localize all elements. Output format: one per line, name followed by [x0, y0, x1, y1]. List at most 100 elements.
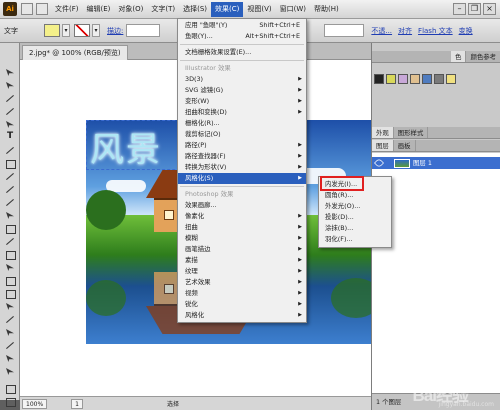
pencil-tool-icon[interactable]: [3, 184, 17, 195]
effects-menu-item[interactable]: 路径查找器(F) ▶: [178, 151, 306, 162]
effects-menu-item[interactable]: 锐化 ▶: [178, 299, 306, 310]
effects-menu-item[interactable]: 文档栅格效果设置(E)...: [178, 47, 306, 58]
arrange-documents-icon[interactable]: [36, 3, 48, 15]
swatch-light-yellow[interactable]: [446, 74, 456, 84]
free-transform-tool-icon[interactable]: [3, 249, 17, 260]
zoom-tool-icon[interactable]: [3, 366, 17, 377]
eyedropper-tool-icon[interactable]: [3, 314, 17, 325]
effects-menu-item[interactable]: 模糊 ▶: [178, 233, 306, 244]
fill-stroke-icon[interactable]: [3, 383, 17, 394]
tab-color[interactable]: 色: [451, 51, 467, 62]
paintbrush-tool-icon[interactable]: [3, 171, 17, 182]
swatch-dark[interactable]: [374, 74, 384, 84]
effects-menu-item[interactable]: 纹理 ▶: [178, 266, 306, 277]
screen-mode-icon[interactable]: [3, 396, 17, 407]
brush-definition-field[interactable]: [324, 24, 365, 37]
stroke-swatch[interactable]: [74, 24, 90, 37]
stylize-menu-item[interactable]: 涂抹(B)...: [319, 223, 391, 234]
effects-menu-item[interactable]: 艺术效果 ▶: [178, 277, 306, 288]
swatch-yellow[interactable]: [386, 74, 396, 84]
gradient-tool-icon[interactable]: [3, 301, 17, 312]
stroke-link[interactable]: 描边:: [107, 26, 123, 36]
effects-menu-item[interactable]: 像素化 ▶: [178, 211, 306, 222]
tab-artboards[interactable]: 画板: [394, 140, 416, 151]
graph-tool-icon[interactable]: [3, 275, 17, 286]
pen-tool-icon[interactable]: [3, 119, 17, 130]
fill-swatch[interactable]: [44, 24, 60, 37]
direct-selection-tool-icon[interactable]: [3, 80, 17, 91]
minimize-icon[interactable]: –: [453, 3, 466, 15]
type-tool-icon[interactable]: [3, 131, 17, 143]
effects-menu-item[interactable]: 路径(P) ▶: [178, 140, 306, 151]
effects-menu-item[interactable]: 效果画廊...: [178, 200, 306, 211]
hand-tool-icon[interactable]: [3, 353, 17, 364]
menu-window[interactable]: 窗口(W): [276, 2, 310, 17]
symbol-sprayer-tool-icon[interactable]: [3, 262, 17, 273]
effects-menu-item[interactable]: 扭曲 ▶: [178, 222, 306, 233]
effects-menu-item[interactable]: 转换为形状(V) ▶: [178, 162, 306, 173]
effects-menu-item[interactable]: 3D(3) ▶: [178, 74, 306, 85]
effects-menu-item[interactable]: 应用 "鱼眼"(Y) Shift+Ctrl+E: [178, 20, 306, 31]
warp-tool-icon[interactable]: [3, 236, 17, 247]
effects-menu-item[interactable]: 裁剪标记(O): [178, 129, 306, 140]
zoom-field[interactable]: 100%: [22, 398, 48, 409]
scale-tool-icon[interactable]: [3, 223, 17, 234]
effects-menu-item[interactable]: 栅格化(R)...: [178, 118, 306, 129]
stylize-menu-item[interactable]: 羽化(F)...: [319, 234, 391, 245]
menu-select[interactable]: 选择(S): [179, 2, 211, 17]
effects-menu-item[interactable]: 风格化 ▶: [178, 310, 306, 321]
effects-menu-item[interactable]: SVG 滤镜(G) ▶: [178, 85, 306, 96]
blend-tool-icon[interactable]: [3, 327, 17, 338]
stylize-menu-item[interactable]: 内发光(I)...: [319, 179, 391, 190]
menu-type[interactable]: 文字(T): [147, 2, 179, 17]
visibility-eye-icon[interactable]: [374, 158, 384, 168]
stroke-weight-field[interactable]: [126, 24, 161, 37]
tab-layers[interactable]: 图层: [372, 140, 394, 151]
flash-text-link[interactable]: Flash 文本: [418, 26, 453, 36]
layer-row[interactable]: 图层 1: [372, 157, 500, 169]
lasso-tool-icon[interactable]: [3, 106, 17, 117]
menu-edit[interactable]: 编辑(E): [83, 2, 115, 17]
swatch-blue[interactable]: [422, 74, 432, 84]
canvas-glow-text[interactable]: 风景: [90, 122, 162, 171]
effects-menu-item[interactable]: 素描 ▶: [178, 255, 306, 266]
effects-menu-item[interactable]: 画笔描边 ▶: [178, 244, 306, 255]
menu-effect[interactable]: 效果(C): [211, 1, 244, 17]
rotate-tool-icon[interactable]: [3, 210, 17, 221]
effects-menu-item[interactable]: 扭曲和变换(D) ▶: [178, 107, 306, 118]
restore-icon[interactable]: ❐: [468, 3, 481, 15]
transform-link[interactable]: 变换: [459, 26, 473, 36]
line-tool-icon[interactable]: [3, 145, 17, 156]
artboard-navigation-field[interactable]: 1: [71, 398, 83, 409]
align-link[interactable]: 对齐: [398, 26, 412, 36]
bridge-icon[interactable]: [21, 3, 33, 15]
effects-menu-item[interactable]: 变形(W) ▶: [178, 96, 306, 107]
opacity-link[interactable]: 不透...: [371, 26, 392, 36]
effects-menu-item[interactable]: 鱼眼(Y)... Alt+Shift+Ctrl+E: [178, 31, 306, 42]
rectangle-tool-icon[interactable]: [3, 158, 17, 169]
fill-dropdown[interactable]: ▾: [62, 24, 70, 37]
swatch-gray[interactable]: [434, 74, 444, 84]
swatch-lilac[interactable]: [398, 74, 408, 84]
tab-graphic-styles[interactable]: 图形样式: [394, 127, 429, 138]
tab-appearance[interactable]: 外观: [372, 127, 394, 138]
selection-tool-icon[interactable]: [3, 67, 17, 78]
menu-object[interactable]: 对象(O): [114, 2, 147, 17]
magic-wand-tool-icon[interactable]: [3, 93, 17, 104]
effects-menu-item[interactable]: 视频 ▶: [178, 288, 306, 299]
document-tab[interactable]: 2.jpg* @ 100% (RGB/预览): [22, 45, 128, 60]
swatch-tan[interactable]: [410, 74, 420, 84]
menu-file[interactable]: 文件(F): [51, 2, 83, 17]
effects-menu-item[interactable]: 风格化(S) ▶: [178, 173, 306, 184]
mesh-tool-icon[interactable]: [3, 288, 17, 299]
menu-view[interactable]: 视图(V): [243, 2, 275, 17]
menu-help[interactable]: 帮助(H): [310, 2, 343, 17]
stylize-menu-item[interactable]: 圆角(R)...: [319, 190, 391, 201]
stroke-dropdown[interactable]: ▾: [92, 24, 100, 37]
eraser-tool-icon[interactable]: [3, 197, 17, 208]
stylize-menu-item[interactable]: 投影(D)...: [319, 212, 391, 223]
tab-color-guide[interactable]: 颜色参考: [466, 51, 500, 62]
close-icon[interactable]: ×: [483, 3, 496, 15]
stylize-menu-item[interactable]: 外发光(O)...: [319, 201, 391, 212]
slice-tool-icon[interactable]: [3, 340, 17, 351]
